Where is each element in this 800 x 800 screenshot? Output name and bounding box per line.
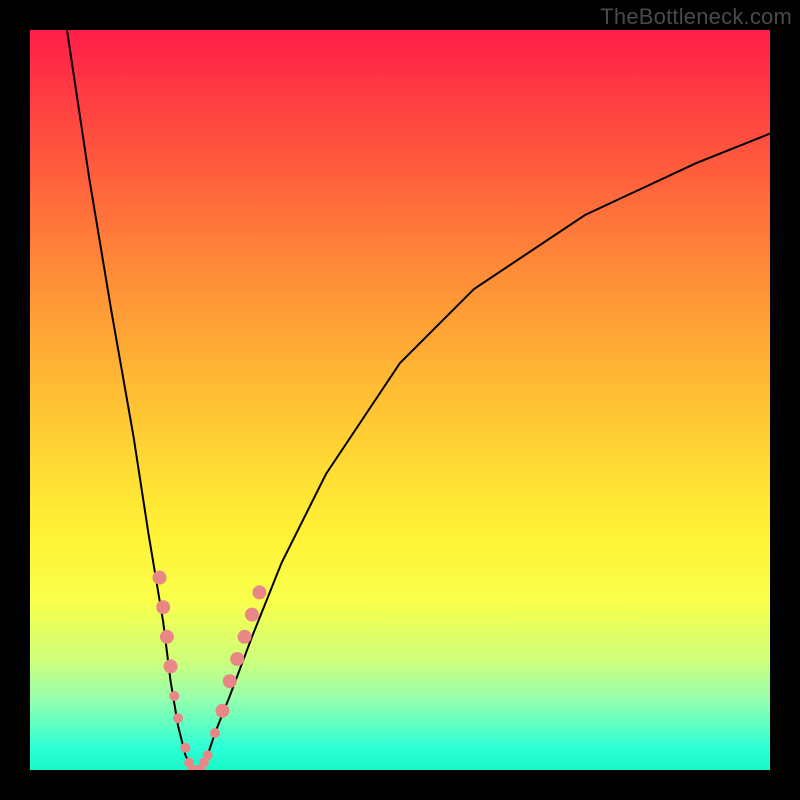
marker-dot xyxy=(156,600,170,614)
marker-dot xyxy=(173,713,183,723)
curve-path xyxy=(67,30,770,770)
marker-dot xyxy=(215,704,229,718)
watermark-label: TheBottleneck.com xyxy=(600,4,792,30)
chart-frame: TheBottleneck.com xyxy=(0,0,800,800)
marker-dot xyxy=(210,728,220,738)
marker-dot xyxy=(203,750,213,760)
marker-dot xyxy=(153,571,167,585)
marker-dot xyxy=(223,674,237,688)
marker-group xyxy=(153,571,267,770)
marker-dot xyxy=(169,691,179,701)
marker-dot xyxy=(180,743,190,753)
marker-dot xyxy=(230,652,244,666)
marker-dot xyxy=(252,585,266,599)
plot-area xyxy=(30,30,770,770)
marker-dot xyxy=(160,630,174,644)
bottleneck-curve-svg xyxy=(30,30,770,770)
marker-dot xyxy=(164,659,178,673)
marker-dot xyxy=(238,630,252,644)
marker-dot xyxy=(245,608,259,622)
